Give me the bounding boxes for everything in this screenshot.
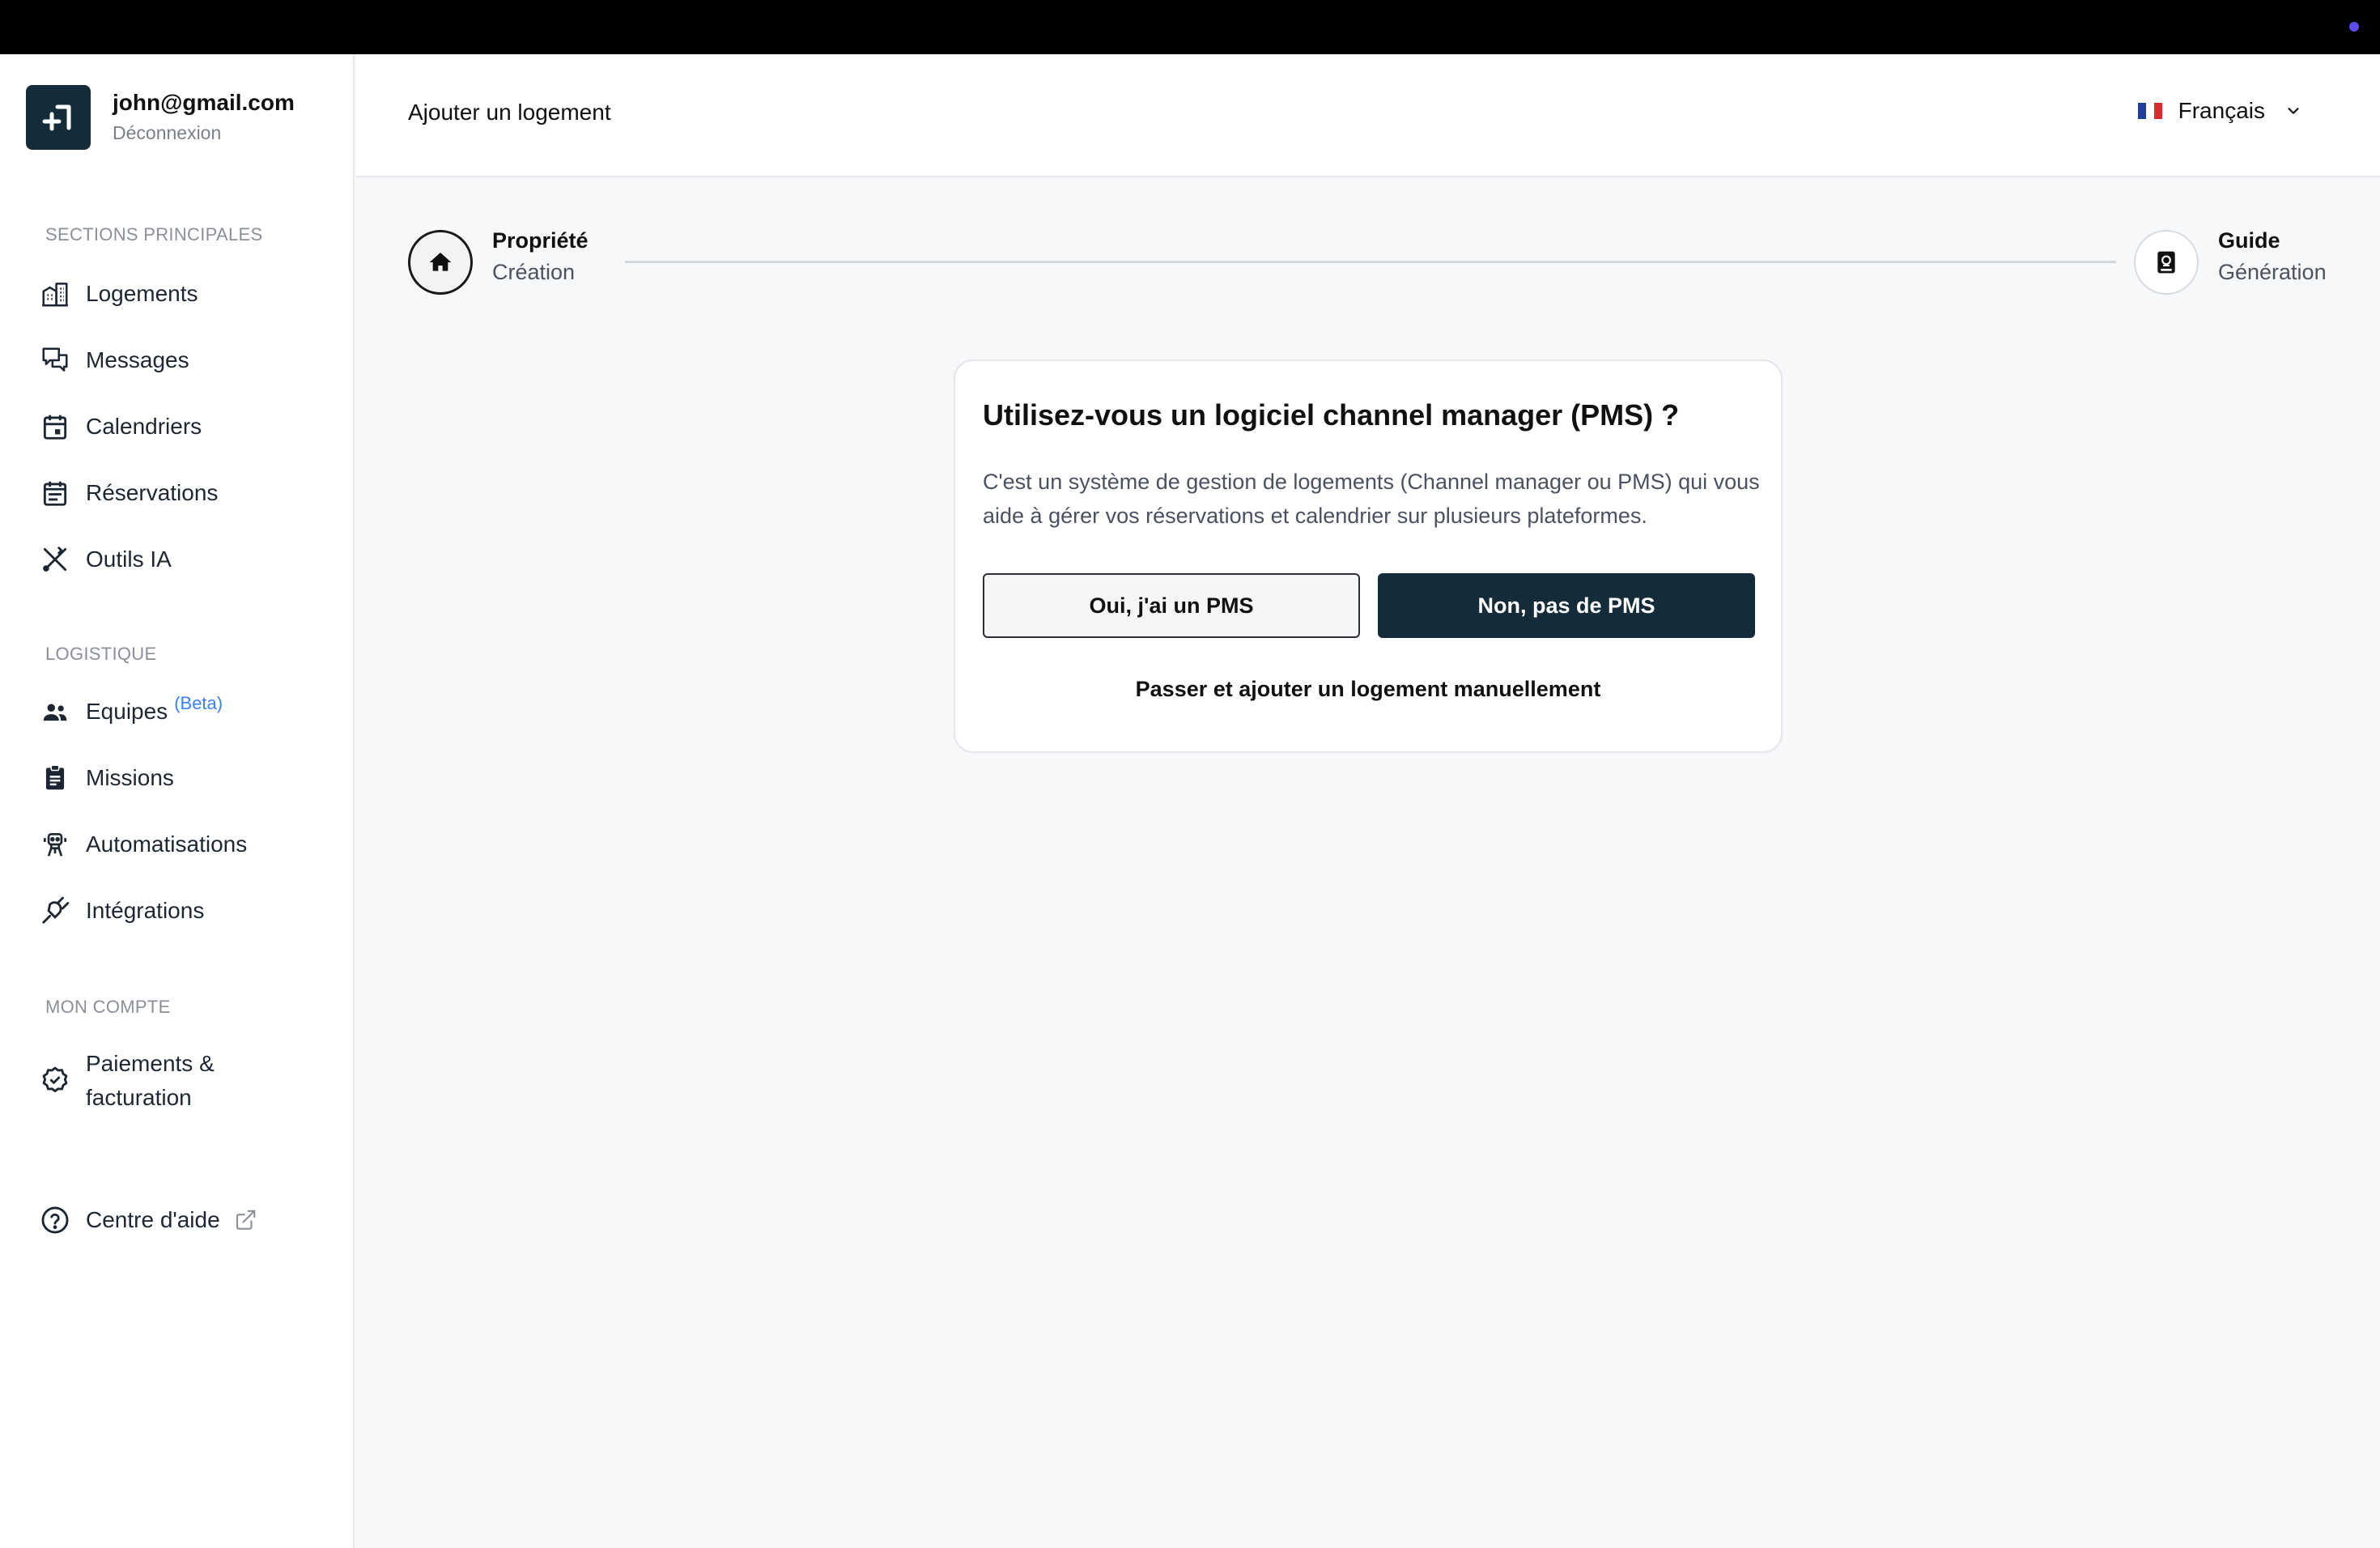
french-flag-icon [2137,103,2162,119]
guide-book-icon [2153,249,2179,275]
sidebar-item-equipes[interactable]: Equipes (Beta) [37,693,223,729]
sidebar: john@gmail.com Déconnexion SECTIONS PRIN… [0,54,355,1548]
skip-manual-link[interactable]: Passer et ajouter un logement manuelleme… [955,677,1781,702]
account-email: john@gmail.com [113,90,295,115]
step-guide-circle[interactable] [2134,230,2199,295]
sidebar-item-paiements[interactable]: Paiements & facturation [37,1047,248,1115]
account-block: john@gmail.com Déconnexion [26,85,295,150]
step-subtitle: Création [492,260,576,284]
building-icon [37,276,73,312]
language-selector[interactable]: Français [2137,98,2302,124]
app-logo-icon[interactable] [26,85,91,150]
page-title: Ajouter un logement [408,100,611,125]
no-pms-button[interactable]: Non, pas de PMS [1378,573,1755,638]
card-description: C'est un système de gestion de logements… [983,470,1760,528]
sidebar-item-integrations[interactable]: Intégrations [37,893,204,929]
sidebar-item-label: Réservations [86,480,219,505]
section-title-compte: MON COMPTE [45,997,171,1017]
sidebar-item-calendriers[interactable]: Calendriers [37,409,202,444]
sidebar-item-outils-ia[interactable]: Outils IA [37,542,172,577]
beta-badge: (Beta) [174,693,223,713]
step-subtitle: Génération [2218,260,2327,284]
sidebar-item-label: Missions [86,765,174,790]
team-icon [37,694,73,729]
sidebar-item-label: Outils IA [86,546,172,572]
sidebar-item-label: Messages [86,347,189,372]
card-title: Utilisez-vous un logiciel channel manage… [983,398,1680,432]
plug-icon [37,893,73,929]
sidebar-item-label: Logements [86,281,198,306]
pms-question-card: Utilisez-vous un logiciel channel manage… [954,359,1783,753]
step-title: Propriété [492,228,589,253]
reservation-list-icon [37,475,73,511]
step-propriete-label: Propriété Création [492,225,589,288]
robot-icon [37,827,73,862]
sidebar-item-reservations[interactable]: Réservations [37,475,218,511]
step-guide-label: Guide Génération [2218,225,2327,288]
page-header: Ajouter un logement Français [356,54,2380,177]
chat-bubbles-icon [37,342,73,378]
sidebar-item-automatisations[interactable]: Automatisations [37,827,247,862]
home-icon [427,249,453,275]
system-top-bar [0,0,2380,54]
step-title: Guide [2218,228,2280,253]
step-propriete-circle[interactable] [408,230,473,295]
external-link-icon [233,1208,257,1232]
status-dot [2349,22,2359,32]
section-title-main: SECTIONS PRINCIPALES [45,224,263,245]
sidebar-item-missions[interactable]: Missions [37,760,174,796]
sidebar-item-messages[interactable]: Messages [37,342,189,378]
section-title-logistique: LOGISTIQUE [45,644,157,664]
sidebar-item-label: Equipes [86,699,168,724]
sidebar-item-label: Automatisations [86,831,248,857]
chevron-down-icon [2284,102,2302,120]
verified-badge-icon [37,1063,73,1099]
clipboard-icon [37,760,73,796]
sidebar-item-label: Intégrations [86,898,205,923]
sidebar-item-label: Paiements & facturation [86,1051,215,1110]
progress-stepper: Propriété Création Guide Génération [408,228,2327,295]
sidebar-item-label: Calendriers [86,414,202,439]
sidebar-item-centre-aide[interactable]: Centre d'aide [37,1202,257,1238]
tools-icon [37,542,73,577]
calendar-icon [37,409,73,444]
step-connector [625,261,2116,263]
sidebar-item-label: Centre d'aide [86,1207,220,1232]
sidebar-item-logements[interactable]: Logements [37,276,198,312]
help-circle-icon [37,1202,73,1238]
logout-link[interactable]: Déconnexion [113,119,295,147]
yes-pms-button[interactable]: Oui, j'ai un PMS [983,573,1360,638]
language-label: Français [2178,98,2265,123]
